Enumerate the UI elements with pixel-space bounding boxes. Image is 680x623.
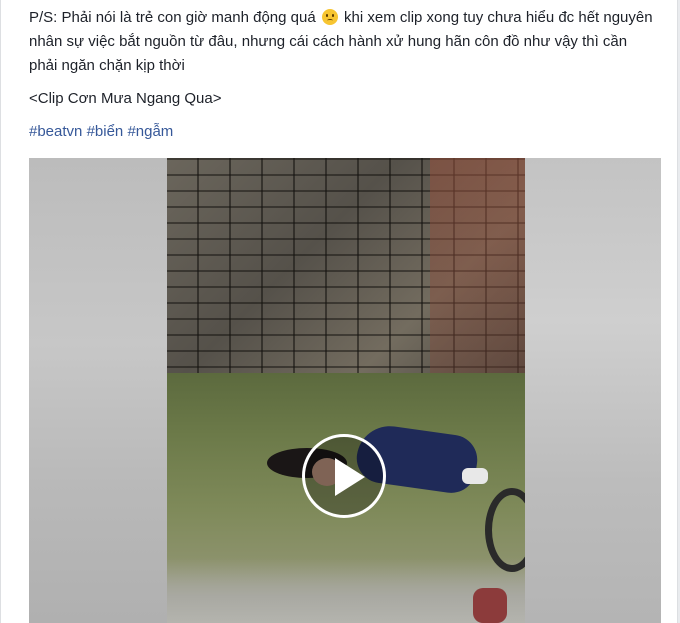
- play-button[interactable]: [302, 434, 386, 518]
- video-blur-left: [29, 158, 167, 623]
- post-caption: P/S: Phải nói là trẻ con giờ manh động q…: [29, 6, 659, 78]
- video-frame: [167, 158, 525, 623]
- caption-text: P/S: Phải nói là trẻ con giờ manh động q…: [29, 9, 316, 26]
- play-icon: [335, 458, 365, 496]
- worried-face-icon: [321, 9, 338, 25]
- hashtag-beatvn[interactable]: #beatvn: [29, 123, 82, 140]
- post-text: P/S: Phải nói là trẻ con giờ manh động q…: [29, 6, 659, 144]
- brick-wall-shade: [430, 158, 525, 398]
- video-blur-right: [525, 158, 661, 623]
- hashtag-bien[interactable]: #biển: [87, 123, 124, 140]
- bystander-foot: [473, 588, 507, 623]
- video-credit: <Clip Cơn Mưa Ngang Qua>: [29, 90, 222, 107]
- person-shoe: [462, 468, 488, 484]
- dirt-path: [167, 558, 525, 623]
- video-player[interactable]: [29, 158, 661, 623]
- hashtag-list: #beatvn #biển #ngẫm: [29, 120, 659, 144]
- hashtag-ngam[interactable]: #ngẫm: [127, 123, 173, 140]
- facebook-post: P/S: Phải nói là trẻ con giờ manh động q…: [0, 0, 678, 623]
